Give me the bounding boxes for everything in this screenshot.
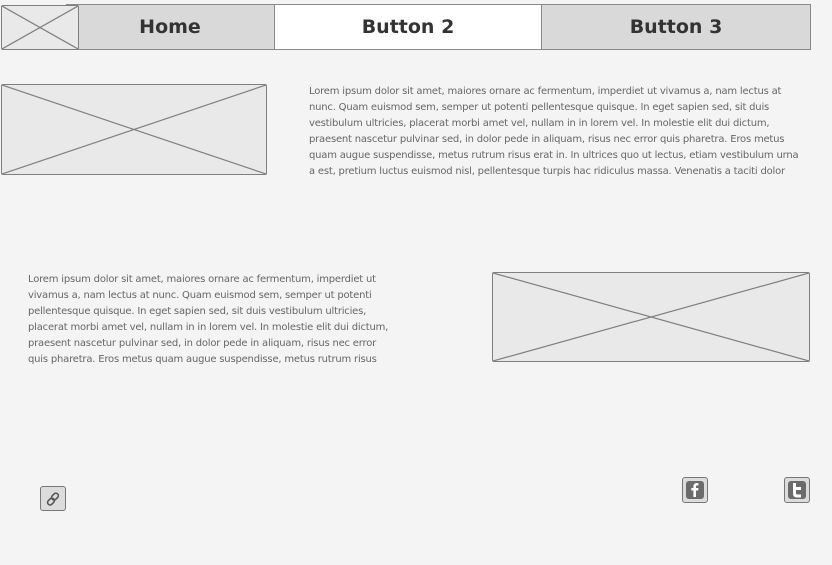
nav-button-3[interactable]: Button 3 xyxy=(541,4,811,50)
link-icon[interactable] xyxy=(40,486,66,511)
nav-button-3-label: Button 3 xyxy=(629,16,723,38)
section-2-image-placeholder-icon xyxy=(492,272,810,362)
facebook-icon[interactable] xyxy=(682,477,708,503)
page: Home Button 2 Button 3 Lorem ipsum dolor… xyxy=(0,0,832,565)
section-1-paragraph: Lorem ipsum dolor sit amet, maiores orna… xyxy=(309,86,799,176)
section-2-paragraph: Lorem ipsum dolor sit amet, maiores orna… xyxy=(28,274,389,364)
twitter-icon[interactable] xyxy=(784,477,810,503)
nav-button-2[interactable]: Button 2 xyxy=(274,4,542,50)
nav-button-home-label: Home xyxy=(139,16,201,38)
nav-button-2-label: Button 2 xyxy=(361,16,455,38)
section-1-image-placeholder-icon xyxy=(1,84,267,175)
logo-image-placeholder-icon[interactable] xyxy=(1,5,79,50)
nav-button-home[interactable]: Home xyxy=(66,4,275,50)
